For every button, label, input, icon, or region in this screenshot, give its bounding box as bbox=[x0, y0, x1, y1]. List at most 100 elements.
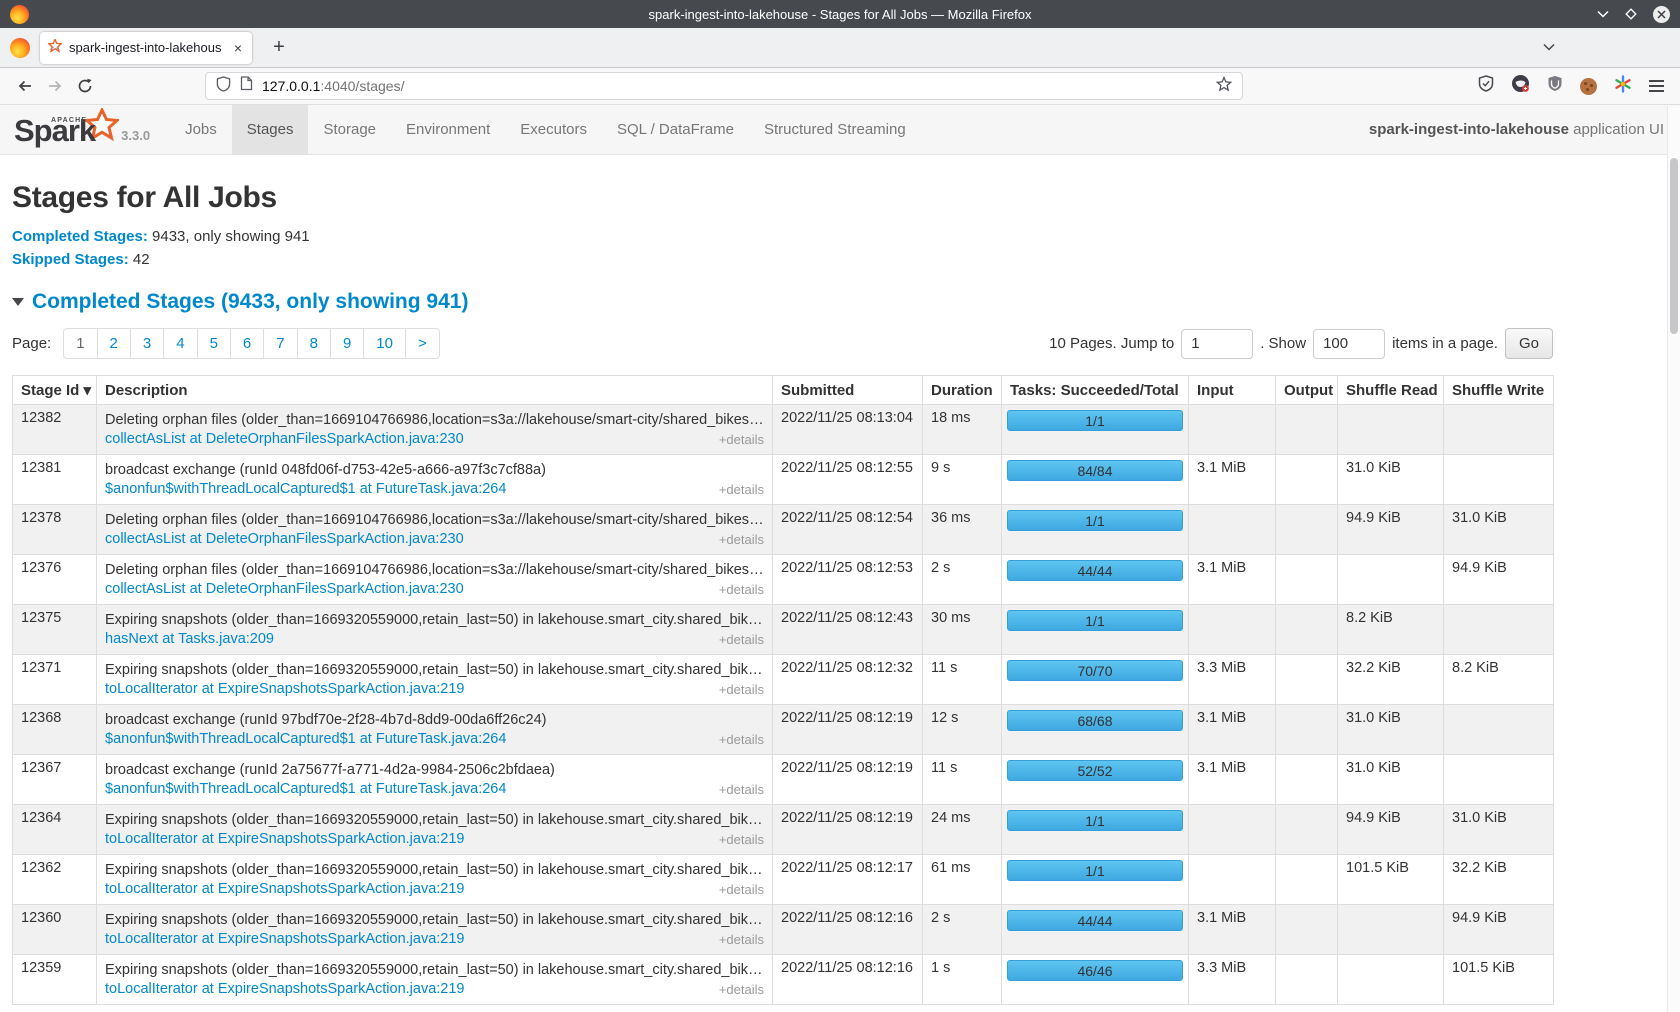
input-cell: 3.1 MiB bbox=[1189, 755, 1276, 805]
page-button[interactable]: 1 bbox=[63, 328, 97, 359]
page-button[interactable]: 9 bbox=[330, 328, 364, 359]
duration-cell: 18 ms bbox=[923, 405, 1002, 455]
nav-item-jobs[interactable]: Jobs bbox=[170, 105, 232, 154]
tab-close-icon[interactable]: × bbox=[232, 40, 244, 56]
details-toggle[interactable]: +details bbox=[719, 930, 764, 949]
page-button[interactable]: 2 bbox=[97, 328, 131, 359]
extension-shield-check-icon[interactable] bbox=[1478, 75, 1494, 97]
submitted-cell: 2022/11/25 08:12:53 bbox=[773, 555, 923, 605]
page-info-icon[interactable] bbox=[240, 76, 253, 96]
description-cell: Expiring snapshots (older_than=166932055… bbox=[97, 855, 773, 905]
go-button[interactable]: Go bbox=[1505, 328, 1553, 359]
skipped-stages-link[interactable]: Skipped Stages: bbox=[12, 251, 129, 268]
column-header[interactable]: Duration bbox=[923, 376, 1002, 405]
application-ui-label: spark-ingest-into-lakehouse application … bbox=[1369, 121, 1680, 138]
page-button[interactable]: 4 bbox=[163, 328, 197, 359]
details-toggle[interactable]: +details bbox=[719, 880, 764, 899]
extension-mask-icon[interactable] bbox=[1511, 74, 1530, 98]
details-toggle[interactable]: +details bbox=[719, 630, 764, 649]
column-header[interactable]: Input bbox=[1189, 376, 1276, 405]
spark-logo[interactable]: APACHE Spark 3.3.0 bbox=[12, 105, 154, 154]
extension-asterisk-icon[interactable] bbox=[1614, 75, 1632, 98]
shield-icon[interactable] bbox=[216, 76, 231, 97]
back-button[interactable] bbox=[10, 72, 40, 100]
details-toggle[interactable]: +details bbox=[719, 780, 764, 799]
column-header[interactable]: Submitted bbox=[773, 376, 923, 405]
details-toggle[interactable]: +details bbox=[719, 430, 764, 449]
stage-callsite-link[interactable]: toLocalIterator at ExpireSnapshotsSparkA… bbox=[105, 880, 465, 899]
window-minimize-button[interactable] bbox=[1597, 10, 1609, 18]
details-toggle[interactable]: +details bbox=[719, 830, 764, 849]
stage-callsite-link[interactable]: toLocalIterator at ExpireSnapshotsSparkA… bbox=[105, 930, 465, 949]
window-close-button[interactable] bbox=[1653, 6, 1670, 23]
column-header[interactable]: Shuffle Write bbox=[1444, 376, 1554, 405]
column-header[interactable]: Description bbox=[97, 376, 773, 405]
stage-callsite-link[interactable]: $anonfun$withThreadLocalCaptured$1 at Fu… bbox=[105, 480, 506, 499]
details-toggle[interactable]: +details bbox=[719, 480, 764, 499]
spark-navbar: APACHE Spark 3.3.0 Jobs Stages Storage E… bbox=[0, 105, 1680, 155]
reload-button[interactable] bbox=[70, 72, 100, 100]
input-cell: 3.3 MiB bbox=[1189, 655, 1276, 705]
details-toggle[interactable]: +details bbox=[719, 980, 764, 999]
nav-item-structured-streaming[interactable]: Structured Streaming bbox=[749, 105, 921, 154]
forward-button[interactable] bbox=[40, 72, 70, 100]
page-button[interactable]: 10 bbox=[363, 328, 406, 359]
show-label: . Show bbox=[1260, 335, 1306, 352]
details-toggle[interactable]: +details bbox=[719, 530, 764, 549]
items-per-page-input[interactable] bbox=[1313, 329, 1385, 359]
nav-item-sql-dataframe[interactable]: SQL / DataFrame bbox=[602, 105, 749, 154]
completed-stages-link[interactable]: Completed Stages: bbox=[12, 228, 148, 245]
column-header[interactable]: Tasks: Succeeded/Total bbox=[1002, 376, 1189, 405]
nav-item-environment[interactable]: Environment bbox=[391, 105, 505, 154]
stage-callsite-link[interactable]: toLocalIterator at ExpireSnapshotsSparkA… bbox=[105, 830, 465, 849]
duration-cell: 24 ms bbox=[923, 805, 1002, 855]
page-button[interactable]: 3 bbox=[130, 328, 164, 359]
stage-row: 12359 Expiring snapshots (older_than=166… bbox=[13, 955, 1554, 1005]
page-button[interactable]: 6 bbox=[230, 328, 264, 359]
column-header[interactable]: Shuffle Read bbox=[1338, 376, 1444, 405]
description-cell: broadcast exchange (runId 97bdf70e-2f28-… bbox=[97, 705, 773, 755]
details-toggle[interactable]: +details bbox=[719, 580, 764, 599]
submitted-cell: 2022/11/25 08:12:54 bbox=[773, 505, 923, 555]
page-button[interactable]: 8 bbox=[297, 328, 331, 359]
stage-callsite-link[interactable]: collectAsList at DeleteOrphanFilesSparkA… bbox=[105, 530, 464, 549]
nav-item-executors[interactable]: Executors bbox=[505, 105, 602, 154]
browser-tab[interactable]: spark-ingest-into-lakehous × bbox=[40, 32, 252, 64]
page-button[interactable]: 5 bbox=[197, 328, 231, 359]
nav-item-storage[interactable]: Storage bbox=[308, 105, 391, 154]
bookmark-star-icon[interactable] bbox=[1216, 76, 1232, 97]
shuffle-write-cell bbox=[1444, 705, 1554, 755]
new-tab-button[interactable]: + bbox=[264, 36, 294, 59]
completed-stages-section-toggle[interactable]: Completed Stages (9433, only showing 941… bbox=[12, 290, 1668, 314]
stage-callsite-link[interactable]: toLocalIterator at ExpireSnapshotsSparkA… bbox=[105, 680, 465, 699]
firefox-view-icon[interactable] bbox=[10, 38, 30, 58]
stage-description: Expiring snapshots (older_than=166932055… bbox=[105, 910, 764, 930]
stage-callsite-link[interactable]: collectAsList at DeleteOrphanFilesSparkA… bbox=[105, 430, 464, 449]
window-maximize-button[interactable] bbox=[1624, 7, 1638, 21]
stage-callsite-link[interactable]: toLocalIterator at ExpireSnapshotsSparkA… bbox=[105, 980, 465, 999]
stage-row: 12360 Expiring snapshots (older_than=166… bbox=[13, 905, 1554, 955]
jump-to-page-input[interactable] bbox=[1181, 329, 1253, 359]
stage-callsite-link[interactable]: $anonfun$withThreadLocalCaptured$1 at Fu… bbox=[105, 730, 506, 749]
cookie-icon[interactable] bbox=[1580, 78, 1597, 95]
url-text[interactable]: 127.0.0.1:4040/stages/ bbox=[262, 78, 1207, 94]
url-bar[interactable]: 127.0.0.1:4040/stages/ bbox=[205, 72, 1243, 100]
page-button[interactable]: > bbox=[405, 328, 440, 359]
vertical-scrollbar[interactable] bbox=[1667, 106, 1680, 1012]
scrollbar-thumb[interactable] bbox=[1670, 158, 1678, 334]
details-toggle[interactable]: +details bbox=[719, 730, 764, 749]
details-toggle[interactable]: +details bbox=[719, 680, 764, 699]
ublock-shield-icon[interactable] bbox=[1547, 75, 1563, 97]
stage-callsite-link[interactable]: hasNext at Tasks.java:209 bbox=[105, 630, 274, 649]
stage-row: 12371 Expiring snapshots (older_than=166… bbox=[13, 655, 1554, 705]
nav-item-stages[interactable]: Stages bbox=[232, 105, 309, 154]
stage-description: Deleting orphan files (older_than=166910… bbox=[105, 410, 764, 430]
menu-icon[interactable] bbox=[1649, 77, 1664, 95]
column-header[interactable]: Output bbox=[1276, 376, 1338, 405]
stage-callsite-link[interactable]: collectAsList at DeleteOrphanFilesSparkA… bbox=[105, 580, 464, 599]
output-cell bbox=[1276, 805, 1338, 855]
list-all-tabs-button[interactable] bbox=[1543, 38, 1555, 56]
column-header[interactable]: Stage Id ▾ bbox=[13, 376, 97, 405]
page-button[interactable]: 7 bbox=[263, 328, 297, 359]
stage-callsite-link[interactable]: $anonfun$withThreadLocalCaptured$1 at Fu… bbox=[105, 780, 506, 799]
